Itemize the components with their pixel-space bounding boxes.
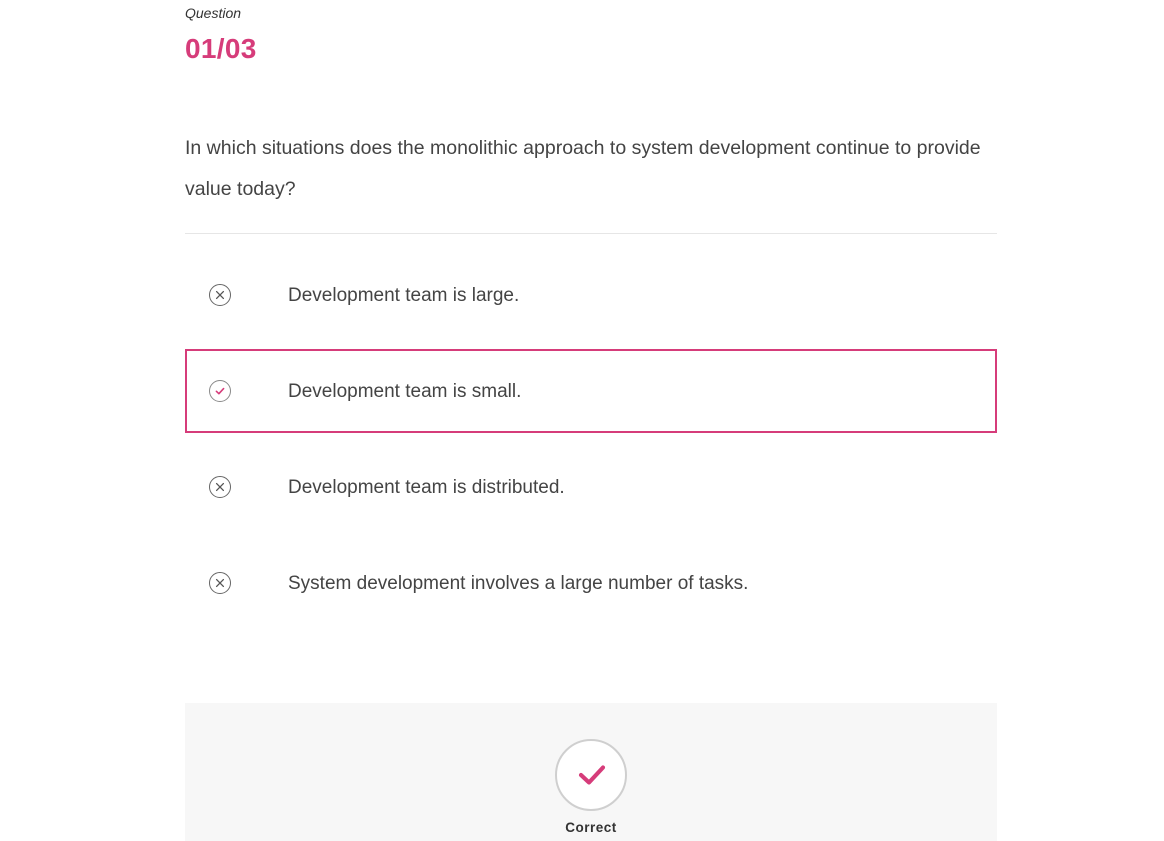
answer-option-4[interactable]: System development involves a large numb… [185, 541, 997, 625]
question-text: In which situations does the monolithic … [185, 137, 981, 200]
check-circle-icon [209, 380, 231, 402]
answer-option-text: Development team is large. [288, 285, 520, 306]
answer-options: Development team is large. Development t… [185, 253, 997, 637]
quiz-page: Question 01/03 In which situations does … [0, 0, 1164, 841]
answer-option-text: Development team is small. [288, 381, 522, 402]
answer-option-text: System development involves a large numb… [288, 573, 749, 594]
divider [185, 233, 997, 234]
result-panel: Correct [185, 703, 997, 841]
question-label: Question [185, 5, 242, 21]
close-circle-icon [209, 572, 231, 594]
answer-option-3[interactable]: Development team is distributed. [185, 445, 997, 529]
checkmark-icon [578, 765, 606, 785]
close-circle-icon [209, 284, 231, 306]
result-label: Correct [565, 820, 617, 835]
question-number: 01/03 [185, 33, 257, 64]
close-circle-icon [209, 476, 231, 498]
answer-option-1[interactable]: Development team is large. [185, 253, 997, 337]
answer-option-text: Development team is distributed. [288, 477, 565, 498]
answer-option-2[interactable]: Development team is small. [185, 349, 997, 433]
result-badge [555, 739, 627, 811]
